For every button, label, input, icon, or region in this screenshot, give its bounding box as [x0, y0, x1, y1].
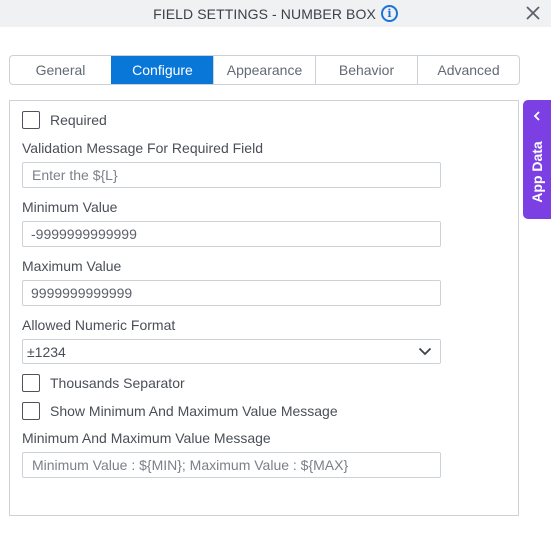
info-icon[interactable]: i: [380, 5, 398, 22]
tab-appearance[interactable]: Appearance: [213, 56, 315, 84]
tab-configure[interactable]: Configure: [111, 56, 213, 84]
min-max-message-input[interactable]: Minimum Value : ${MIN}; Maximum Value : …: [22, 452, 441, 478]
tab-behavior[interactable]: Behavior: [315, 56, 417, 84]
numeric-format-select[interactable]: ±1234: [22, 339, 441, 364]
show-min-max-message-row: Show Minimum And Maximum Value Message: [22, 402, 338, 420]
show-min-max-message-label: Show Minimum And Maximum Value Message: [50, 403, 338, 419]
validation-message-input[interactable]: Enter the ${L}: [22, 162, 441, 188]
chevron-left-icon: [533, 111, 540, 121]
minimum-value-input[interactable]: -9999999999999: [22, 221, 441, 247]
required-checkbox[interactable]: [22, 111, 40, 129]
maximum-value-input[interactable]: 9999999999999: [22, 280, 441, 306]
minimum-value-label: Minimum Value: [22, 199, 118, 215]
app-data-label: App Data: [529, 141, 545, 203]
configure-panel: Required Validation Message For Required…: [9, 100, 519, 516]
thousands-separator-row: Thousands Separator: [22, 374, 185, 392]
thousands-separator-label: Thousands Separator: [50, 375, 185, 391]
settings-tabs: General Configure Appearance Behavior Ad…: [9, 55, 520, 85]
required-row: Required: [22, 111, 107, 129]
close-icon[interactable]: [523, 3, 543, 23]
maximum-value-label: Maximum Value: [22, 258, 122, 274]
tab-general[interactable]: General: [10, 56, 111, 84]
dialog-title: FIELD SETTINGS - NUMBER BOX: [153, 5, 376, 22]
app-data-panel-toggle[interactable]: App Data: [523, 100, 551, 219]
numeric-format-label: Allowed Numeric Format: [22, 317, 176, 333]
numeric-format-value: ±1234: [27, 343, 66, 360]
required-label: Required: [50, 112, 107, 128]
dialog-header: FIELD SETTINGS - NUMBER BOX i: [0, 0, 551, 27]
thousands-separator-checkbox[interactable]: [22, 374, 40, 392]
tab-advanced[interactable]: Advanced: [417, 56, 519, 84]
chevron-down-icon: [418, 347, 432, 356]
validation-message-label: Validation Message For Required Field: [22, 140, 263, 156]
min-max-message-label: Minimum And Maximum Value Message: [22, 430, 271, 446]
show-min-max-message-checkbox[interactable]: [22, 402, 40, 420]
